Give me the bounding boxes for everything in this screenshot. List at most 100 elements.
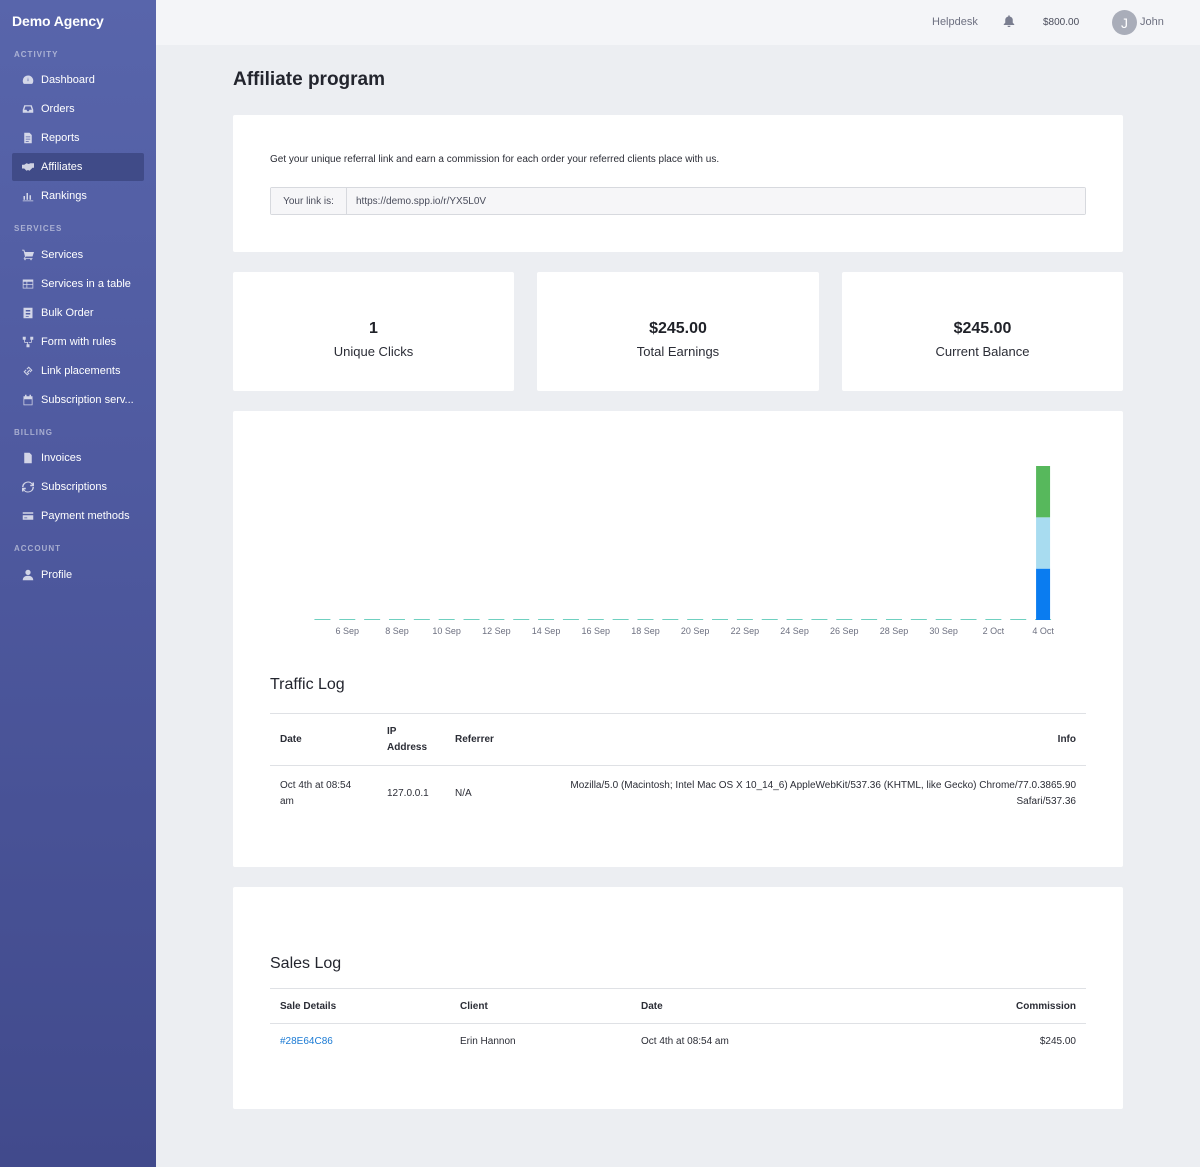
chart-tick-label: 4 Oct (1032, 626, 1054, 636)
sidebar-item-form-rules[interactable]: Form with rules (12, 328, 144, 356)
traffic-log-heading: Traffic Log (270, 676, 345, 693)
sidebar-item-services[interactable]: Services (12, 241, 144, 269)
traffic-chart: 6 Sep 8 Sep 10 Sep 12 Sep 14 Sep 16 Sep 18 Sep… (314, 466, 1054, 636)
stat-value: $245.00 (953, 320, 1012, 337)
bulk-order-icon (21, 306, 35, 320)
report-icon (21, 131, 35, 145)
stat-label: Unique Clicks (333, 344, 414, 359)
traffic-card: 6 Sep 8 Sep 10 Sep 12 Sep 14 Sep 16 Sep 18 Sep… (233, 411, 1123, 867)
referral-intro: Get your unique referral link and earn a… (270, 154, 720, 165)
table-icon (21, 277, 35, 291)
sales-log-heading: Sales Log (270, 955, 342, 972)
chart-tick-label: 28 Sep (880, 626, 909, 636)
sidebar-item-orders[interactable]: Orders (12, 95, 144, 123)
sidebar-item-profile[interactable]: Profile (12, 561, 144, 589)
account-balance[interactable]: $800.00 (1043, 17, 1079, 28)
sale-commission: $245.00 (1039, 1035, 1076, 1047)
table-header-row: Sale Details Client Date Commission (270, 988, 1086, 1024)
avatar[interactable]: J (1112, 10, 1137, 35)
user-name[interactable]: John (1140, 16, 1164, 28)
inbox-icon (21, 102, 35, 116)
sidebar-item-reports[interactable]: Reports (12, 124, 144, 152)
refresh-icon (21, 480, 35, 494)
chart-tick-label: 14 Sep (532, 626, 561, 636)
column-header-commission: Commission (831, 988, 1086, 1024)
column-header-date: Date (631, 988, 831, 1024)
column-header-date: Date (270, 713, 377, 766)
chart-tick-label: 24 Sep (780, 626, 809, 636)
user-icon (21, 568, 35, 582)
bell-icon[interactable] (1003, 14, 1015, 28)
chart-bar-segment[interactable] (1036, 466, 1051, 518)
column-header-referrer: Referrer (445, 713, 515, 766)
chart-tick-label: 22 Sep (731, 626, 760, 636)
sidebar-item-bulk-order[interactable]: Bulk Order (12, 299, 144, 327)
chart-tick-label: 10 Sep (432, 626, 461, 636)
chart-tick-label: 16 Sep (582, 626, 611, 636)
table-row: #28E64C86 Erin Hannon Oct 4th at 08:54 a… (270, 1024, 1086, 1059)
sidebar-item-services-table[interactable]: Services in a table (12, 270, 144, 298)
sidebar-item-affiliates[interactable]: Affiliates (12, 153, 144, 181)
cart-icon (21, 248, 35, 262)
stat-card-unique-clicks: 1 Unique Clicks (233, 272, 514, 391)
stat-label: Total Earnings (636, 344, 720, 359)
traffic-date: Oct 4th at 08:54 am (280, 779, 352, 807)
section-title-billing: BILLING (14, 428, 53, 437)
sidebar-item-rankings[interactable]: Rankings (12, 182, 144, 210)
column-header-ip: IP Address (377, 713, 445, 766)
topbar: Helpdesk $800.00 J John (156, 0, 1200, 45)
chart-tick-label: 18 Sep (631, 626, 660, 636)
chart-tick-label: 12 Sep (482, 626, 511, 636)
sales-log-table: Sale Details Client Date Commission #28E… (270, 988, 1086, 1059)
chart-tick-label: 26 Sep (830, 626, 859, 636)
column-header-client: Client (450, 988, 631, 1024)
stat-value: 1 (369, 320, 378, 337)
stat-value: $245.00 (649, 320, 707, 337)
traffic-referrer: N/A (455, 787, 472, 799)
table-row: Oct 4th at 08:54 am 127.0.0.1 N/A Mozill… (270, 766, 1086, 822)
calendar-icon (21, 393, 35, 407)
table-header-row: Date IP Address Referrer Info (270, 713, 1086, 766)
helpdesk-link[interactable]: Helpdesk (932, 16, 978, 28)
sidebar-item-subscription-services[interactable]: Subscription serv... (12, 386, 144, 414)
chart-tick-label: 20 Sep (681, 626, 710, 636)
referral-link-input[interactable] (347, 188, 1085, 214)
chart-tick-label: 6 Sep (336, 626, 360, 636)
sidebar-item-dashboard[interactable]: Dashboard (12, 66, 144, 94)
file-icon (21, 451, 35, 465)
sidebar-item-link-placements[interactable]: Link placements (12, 357, 144, 385)
bar-chart-icon (21, 189, 35, 203)
column-header-info: Info (515, 713, 1086, 766)
credit-card-icon (21, 509, 35, 523)
chart-bar-segment[interactable] (1036, 568, 1051, 620)
page-title: Affiliate program (233, 69, 386, 90)
referral-link-group: Your link is: (270, 187, 1086, 215)
section-title-activity: ACTIVITY (14, 50, 59, 59)
flow-icon (21, 335, 35, 349)
sale-date: Oct 4th at 08:54 am (641, 1035, 729, 1047)
referral-card: Get your unique referral link and earn a… (233, 115, 1123, 252)
stat-card-total-earnings: $245.00 Total Earnings (537, 272, 819, 391)
dashboard-icon (21, 73, 35, 87)
traffic-ip: 127.0.0.1 (387, 787, 429, 799)
chart-bar-segment[interactable] (1036, 517, 1051, 569)
sidebar-item-payment-methods[interactable]: Payment methods (12, 502, 144, 530)
sale-client: Erin Hannon (460, 1035, 516, 1047)
section-title-account: ACCOUNT (14, 544, 61, 553)
stat-card-current-balance: $245.00 Current Balance (842, 272, 1123, 391)
sales-card: Sales Log Sale Details Client Date Commi… (233, 887, 1123, 1109)
chart-tick-label: 8 Sep (385, 626, 409, 636)
brand-name[interactable]: Demo Agency (12, 13, 104, 29)
stat-label: Current Balance (935, 344, 1030, 359)
sidebar-item-subscriptions[interactable]: Subscriptions (12, 473, 144, 501)
sale-id-link[interactable]: #28E64C86 (280, 1036, 333, 1047)
chart-tick-label: 2 Oct (983, 626, 1005, 636)
section-title-services: SERVICES (14, 224, 63, 233)
sidebar: Demo Agency ACTIVITY Dashboard Orders Re… (0, 0, 156, 1167)
sidebar-item-invoices[interactable]: Invoices (12, 444, 144, 472)
column-header-sale-details: Sale Details (270, 988, 450, 1024)
chart-tick-label: 30 Sep (929, 626, 958, 636)
traffic-log-table: Date IP Address Referrer Info Oct 4th at… (270, 713, 1086, 822)
link-icon (21, 364, 35, 378)
referral-link-label: Your link is: (271, 188, 347, 214)
